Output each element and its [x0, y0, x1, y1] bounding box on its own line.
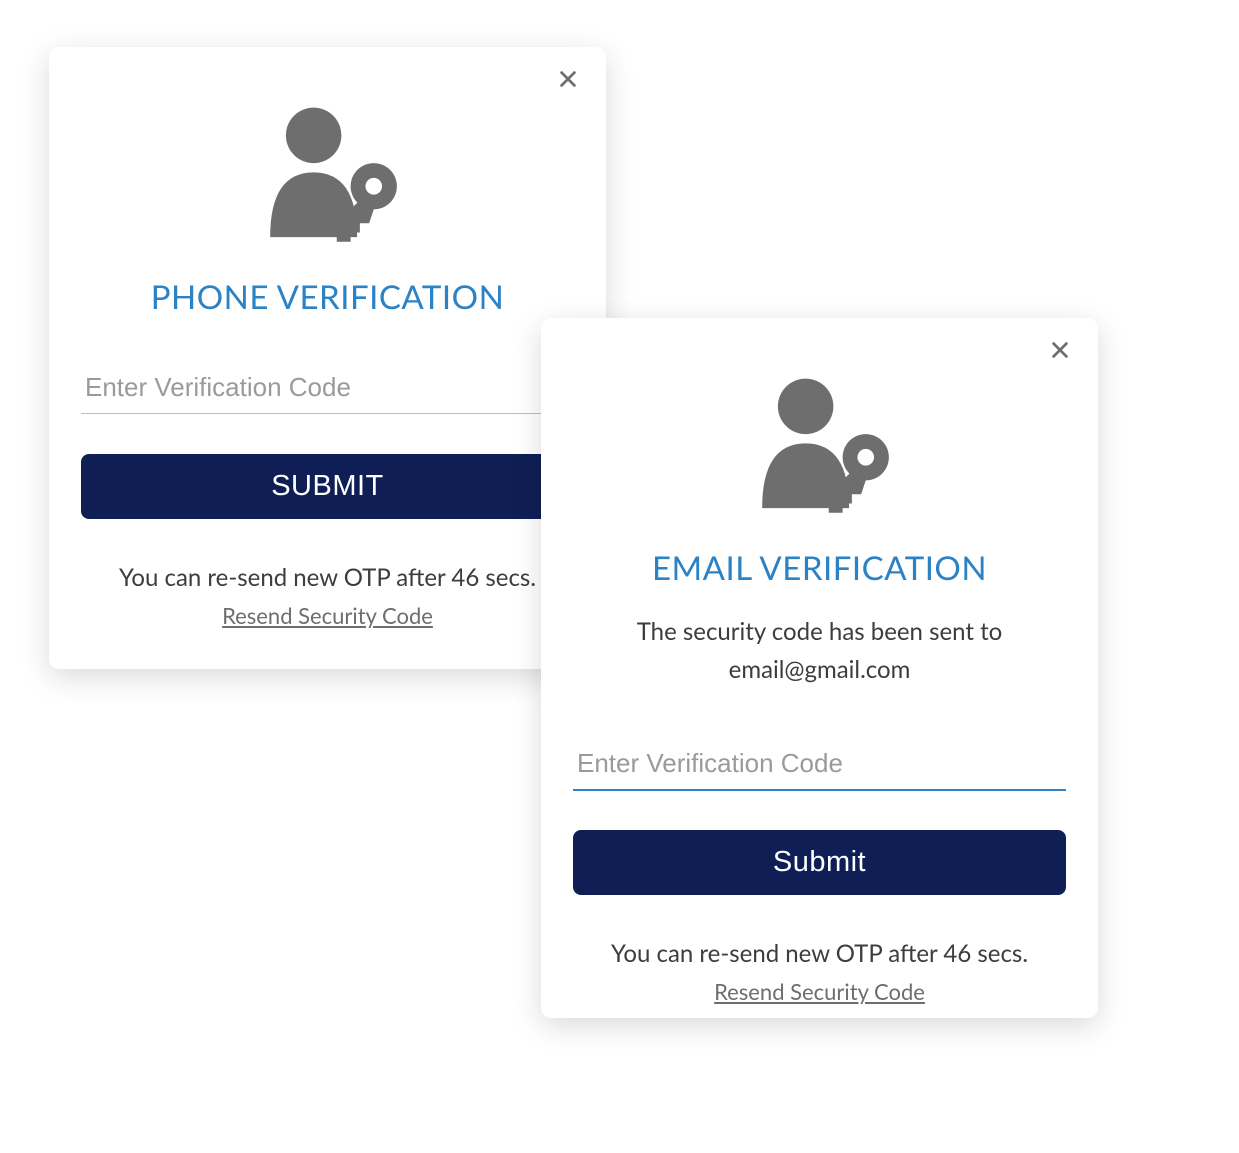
submit-button[interactable]: SUBMIT — [81, 454, 574, 519]
resend-code-link[interactable]: Resend Security Code — [573, 978, 1066, 1005]
submit-button[interactable]: Submit — [573, 830, 1066, 895]
modal-subtitle: The security code has been sent to email… — [590, 613, 1050, 690]
verification-code-input[interactable] — [573, 738, 1066, 791]
email-verification-modal: EMAIL VERIFICATION The security code has… — [541, 318, 1098, 1018]
resend-countdown-message: You can re-send new OTP after 46 secs. — [81, 563, 574, 592]
modal-title: PHONE VERIFICATION — [81, 277, 574, 317]
verification-code-input[interactable] — [81, 362, 574, 414]
phone-verification-modal: PHONE VERIFICATION SUBMIT You can re-sen… — [49, 47, 606, 669]
modal-title: EMAIL VERIFICATION — [573, 548, 1066, 588]
close-icon — [1049, 339, 1071, 365]
close-button[interactable] — [552, 65, 584, 97]
close-icon — [557, 68, 579, 94]
user-key-icon — [81, 97, 574, 257]
resend-code-link[interactable]: Resend Security Code — [81, 602, 574, 629]
resend-countdown-message: You can re-send new OTP after 46 secs. — [573, 939, 1066, 968]
user-key-icon — [573, 368, 1066, 528]
close-button[interactable] — [1044, 336, 1076, 368]
